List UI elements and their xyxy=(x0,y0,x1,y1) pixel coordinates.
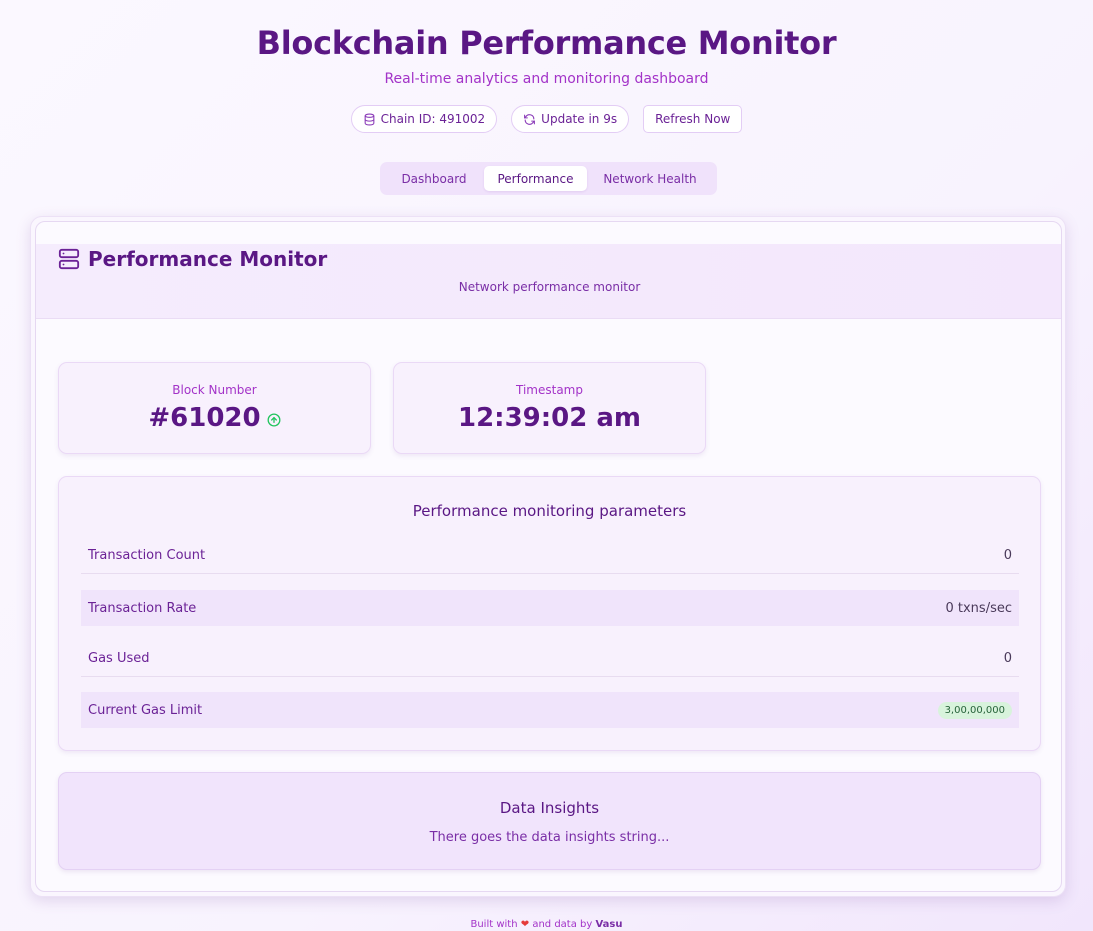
chain-id-text: Chain ID: 491002 xyxy=(380,112,486,126)
param-value: 0 xyxy=(1003,548,1012,563)
tab-network-health[interactable]: Network Health xyxy=(587,166,713,191)
param-label: Transaction Rate xyxy=(88,600,197,616)
param-value: 0 txns/sec xyxy=(945,600,1012,616)
param-label: Gas Used xyxy=(88,651,150,666)
footer-middle: and data by xyxy=(532,919,593,930)
card-subtitle: Network performance monitor xyxy=(458,280,641,294)
footer-author-link[interactable]: Vasu xyxy=(595,919,622,930)
timestamp-value: 12:39:02 am xyxy=(457,403,642,433)
block-number-label: Block Number xyxy=(172,383,257,397)
param-row-transaction-rate: Transaction Rate 0 txns/sec xyxy=(81,590,1019,626)
tab-dashboard[interactable]: Dashboard xyxy=(384,166,484,191)
parameters-title: Performance monitoring parameters xyxy=(412,502,687,520)
refresh-now-button[interactable]: Refresh Now xyxy=(643,105,743,133)
timestamp-label: Timestamp xyxy=(516,383,583,397)
block-number-stat: Block Number #61020 xyxy=(58,362,371,454)
performance-card: Performance Monitor Network performance … xyxy=(35,221,1062,892)
data-insights-panel: Data Insights There goes the data insigh… xyxy=(58,772,1041,870)
gas-limit-badge: 3,00,00,000 xyxy=(937,701,1012,719)
tab-performance[interactable]: Performance xyxy=(484,166,587,191)
page: Blockchain Performance Monitor Real-time… xyxy=(0,0,1093,931)
insights-title: Data Insights xyxy=(499,799,600,817)
param-row-transaction-count: Transaction Count 0 xyxy=(81,538,1019,574)
header-badges: Chain ID: 491002 Update in 9s Refresh No… xyxy=(0,105,1093,133)
page-title: Blockchain Performance Monitor xyxy=(256,24,837,62)
parameters-panel: Performance monitoring parameters Transa… xyxy=(58,476,1041,751)
param-row-gas-limit: Current Gas Limit 3,00,00,000 xyxy=(81,692,1019,728)
footer-prefix: Built with xyxy=(470,919,518,930)
card-title: Performance Monitor xyxy=(88,247,328,271)
update-countdown-badge: Update in 9s xyxy=(511,105,630,133)
card-title-row: Performance Monitor xyxy=(58,247,327,271)
timestamp-value-row: 12:39:02 am xyxy=(394,403,705,433)
param-label: Current Gas Limit xyxy=(88,702,203,718)
param-label: Transaction Count xyxy=(88,548,206,563)
arrow-up-circle-icon xyxy=(267,413,281,427)
param-row-gas-used: Gas Used 0 xyxy=(81,641,1019,677)
page-subtitle: Real-time analytics and monitoring dashb… xyxy=(384,71,709,87)
tab-bar: Dashboard Performance Network Health xyxy=(380,162,717,195)
chain-id-badge: Chain ID: 491002 xyxy=(350,105,498,133)
block-number-value-row: #61020 xyxy=(59,403,370,433)
block-number-value: #61020 xyxy=(148,403,261,433)
timestamp-stat: Timestamp 12:39:02 am xyxy=(393,362,706,454)
param-value: 0 xyxy=(1003,651,1012,666)
heart-icon: ❤ xyxy=(520,919,530,930)
card-header: Performance Monitor Network performance … xyxy=(36,244,1061,319)
update-countdown-text: Update in 9s xyxy=(541,112,618,126)
insights-text: There goes the data insights string... xyxy=(429,830,670,845)
server-icon xyxy=(58,248,80,270)
footer: Built with ❤ and data by Vasu xyxy=(0,919,1093,930)
refresh-icon xyxy=(524,113,536,125)
database-icon xyxy=(364,113,374,125)
